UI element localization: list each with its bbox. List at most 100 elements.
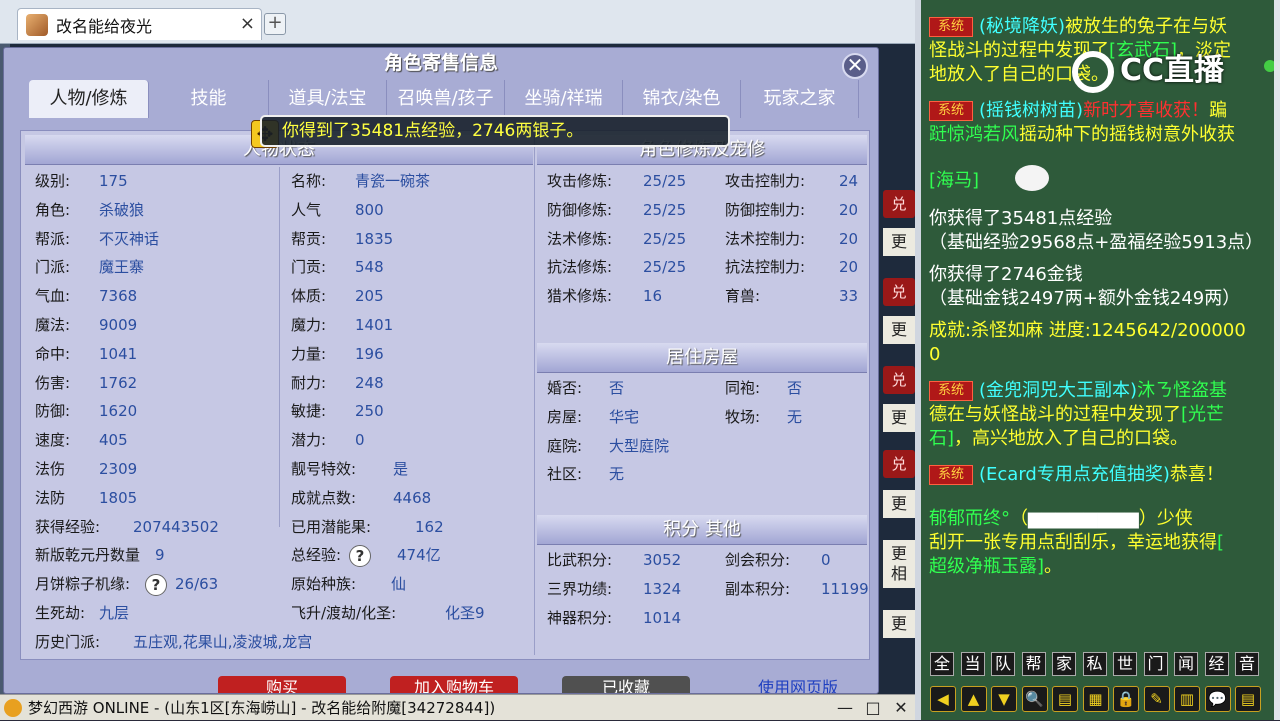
attribute-label: 气血: xyxy=(35,287,71,306)
attribute-value: 化圣9 xyxy=(445,604,485,622)
chat-line: （基础经验29568点+盈福经验5913点） xyxy=(929,230,1263,255)
attribute-row: 门贡: 548 xyxy=(291,254,384,280)
maximize-button[interactable]: □ xyxy=(860,695,886,721)
tab-4[interactable]: 召唤兽/孩子 xyxy=(387,80,505,118)
pen-icon[interactable]: ✎ xyxy=(1143,686,1170,712)
doc-icon[interactable]: ▤ xyxy=(1052,686,1078,712)
panel-icon[interactable]: ▥ xyxy=(1174,686,1200,712)
side-button: 更 xyxy=(883,490,915,518)
buy-button[interactable]: 购买 xyxy=(218,676,346,693)
system-tag: 系统 xyxy=(929,465,974,485)
game-statusbar: 梦幻西游 ONLINE - (山东1区[东海崂山] - 改名能给附魔[34272… xyxy=(0,694,915,720)
chat-segment: 你获得了2746金钱 xyxy=(929,264,1083,285)
attribute-row: 总经验:? 474亿 xyxy=(291,542,441,568)
tab-5[interactable]: 坐骑/祥瑞 xyxy=(505,80,623,118)
attribute-label: 原始种族: xyxy=(291,575,357,594)
chat-segment: 摇动种下的摇钱树意外收获 xyxy=(1019,124,1235,145)
channel-button[interactable]: 闻 xyxy=(1174,652,1198,676)
attribute-label: 成就点数: xyxy=(291,488,357,507)
chat-action-toolbar: ◀ ▲ ▼ 🔍 ▤ ▦ 🔒 ✎ ▥ 💬 ▤ xyxy=(930,686,1270,714)
attribute-label: 命中: xyxy=(35,344,71,363)
tab-3[interactable]: 道具/法宝 xyxy=(269,80,387,118)
help-icon[interactable]: ? xyxy=(349,544,371,567)
attribute-value: 11199 xyxy=(821,579,869,598)
attribute-label: 比武积分: xyxy=(547,551,613,569)
window-close-button[interactable]: ✕ xyxy=(888,695,914,721)
channel-button[interactable]: 当 xyxy=(960,652,985,676)
attribute-value: 205 xyxy=(355,287,384,306)
favorited-button[interactable]: 已收藏 xyxy=(562,676,690,693)
attribute-value: 4468 xyxy=(393,488,432,507)
chat-line: [海马] xyxy=(929,168,979,193)
attribute-row: 命中: 1041 xyxy=(35,341,137,367)
new-tab-button[interactable]: + xyxy=(264,13,286,35)
attribute-label: 级别: xyxy=(35,172,71,190)
attribute-value: 250 xyxy=(355,402,384,421)
cc-logo-icon xyxy=(1072,50,1114,93)
attribute-value: 0 xyxy=(821,551,831,569)
tab-6[interactable]: 锦衣/染色 xyxy=(623,80,741,118)
channel-button[interactable]: 音 xyxy=(1235,652,1259,676)
arrow-down-icon[interactable]: ▼ xyxy=(991,686,1017,712)
column-divider xyxy=(534,135,535,655)
chat-channel-toolbar: 全当队帮家私世门闻经音 xyxy=(930,652,1270,678)
web-version-link[interactable]: 使用网页版 xyxy=(738,676,858,693)
attribute-label: 耐力: xyxy=(291,373,327,392)
attribute-value: 杀破狼 xyxy=(99,200,145,219)
channel-button[interactable]: 门 xyxy=(1143,652,1168,676)
chat-scrollbar[interactable] xyxy=(1274,0,1280,720)
attribute-label: 角色: xyxy=(35,200,71,219)
chat-segment: 你获得了35481点经验 xyxy=(929,208,1113,229)
attribute-value: 1401 xyxy=(355,316,394,334)
chat-segment: (摇钱树树苗) xyxy=(979,100,1084,121)
close-button[interactable]: ✕ xyxy=(842,53,868,79)
list-icon[interactable]: ▤ xyxy=(1235,686,1261,712)
tab-7[interactable]: 玩家之家 xyxy=(741,80,859,118)
attribute-label: 神器积分: xyxy=(547,608,613,627)
channel-button[interactable]: 世 xyxy=(1113,652,1137,676)
attribute-row: 体质: 205 xyxy=(291,283,384,309)
side-button: 兑 xyxy=(883,366,915,394)
grid-icon[interactable]: ▦ xyxy=(1082,686,1109,712)
tab-avatar-icon xyxy=(26,13,48,36)
chat-segment: 郁郁而终° xyxy=(929,508,1010,529)
side-button: 相 xyxy=(883,560,915,588)
attribute-row: 飞升/渡劫/化圣: 化圣9 xyxy=(291,600,485,626)
attribute-value: 否 xyxy=(787,379,803,397)
attribute-row: 人气 800 xyxy=(291,197,384,223)
attribute-value: 16 xyxy=(643,287,663,306)
attribute-row: 已用潜能果: 162 xyxy=(291,514,444,540)
minimize-button[interactable]: — xyxy=(832,695,858,721)
attribute-value: 26/63 xyxy=(175,575,219,594)
attribute-label: 抗法修炼: xyxy=(547,258,613,277)
attribute-value: 仙 xyxy=(391,575,407,594)
channel-button[interactable]: 全 xyxy=(930,652,954,676)
chat-bubble-icon[interactable]: 💬 xyxy=(1204,686,1231,712)
attribute-label: 月饼粽子机缘: xyxy=(35,575,131,594)
tab-2[interactable]: 技能 xyxy=(149,80,269,118)
help-icon[interactable]: ? xyxy=(145,573,167,596)
channel-button[interactable]: 私 xyxy=(1082,652,1107,676)
tab-1[interactable]: 人物/修炼 xyxy=(29,80,149,118)
attribute-value: 20 xyxy=(839,258,859,277)
channel-button[interactable]: 帮 xyxy=(1021,652,1046,676)
attribute-label: 伤害: xyxy=(35,373,71,392)
chat-segment: [海马] xyxy=(929,170,980,191)
attribute-row: 历史门派: 五庄观,花果山,凌波城,龙宫 xyxy=(35,629,312,655)
attribute-row: 三界功绩: 1324 xyxy=(547,576,681,602)
lock-icon[interactable]: 🔒 xyxy=(1113,686,1139,712)
channel-button[interactable]: 经 xyxy=(1204,652,1229,676)
channel-button[interactable]: 家 xyxy=(1052,652,1076,676)
add-to-cart-button[interactable]: 加入购物车 xyxy=(390,676,518,693)
attribute-row: 敏捷: 250 xyxy=(291,398,384,424)
chat-segment: 德在与妖怪战斗的过程中发现了 xyxy=(929,404,1181,425)
attribute-row: 抗法修炼: 25/25 xyxy=(547,254,686,280)
arrow-up-icon[interactable]: ▲ xyxy=(960,686,987,712)
tab-close-icon[interactable]: × xyxy=(240,13,255,34)
attribute-row: 神器积分: 1014 xyxy=(547,605,681,631)
channel-button[interactable]: 队 xyxy=(991,652,1015,676)
search-icon[interactable]: 🔍 xyxy=(1021,686,1048,712)
arrow-left-icon[interactable]: ◀ xyxy=(930,686,956,712)
attribute-value: 162 xyxy=(415,517,444,536)
browser-tab[interactable]: 改名能给夜光 × xyxy=(17,8,262,40)
